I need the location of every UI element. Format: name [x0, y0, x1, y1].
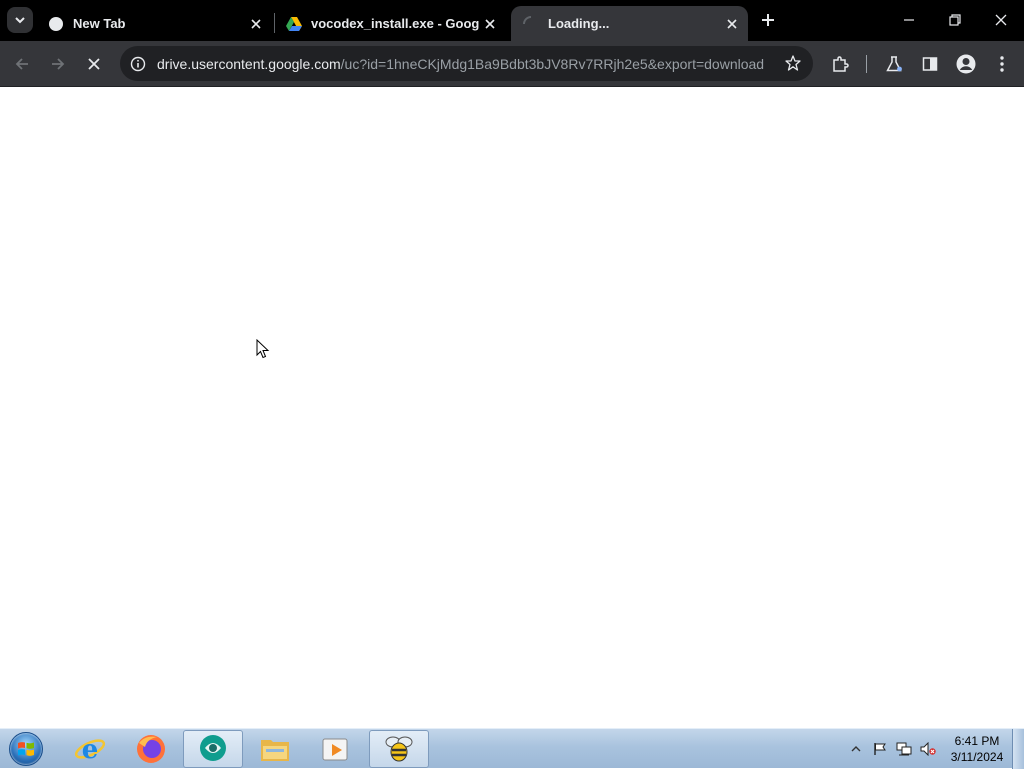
close-icon[interactable] — [722, 14, 742, 34]
arrow-left-icon — [15, 58, 28, 70]
tab-loading[interactable]: Loading... — [511, 6, 748, 41]
extensions-button[interactable] — [826, 50, 854, 78]
url-path: /uc?id=1hneCKjMdg1Ba9Bdbt3bJV8Rv7RRjh2e5… — [340, 55, 765, 72]
url-host: drive.usercontent.google.com — [157, 55, 341, 72]
google-drive-icon — [286, 16, 302, 32]
taskbar-firefox[interactable] — [121, 730, 181, 768]
system-tray: 6:41 PM 3/11/2024 — [844, 729, 1024, 769]
arrow-right-icon — [52, 58, 65, 70]
taskbar-internet-explorer[interactable]: e — [60, 730, 120, 768]
start-button[interactable] — [4, 730, 48, 768]
tab-title: vocodex_install.exe - Google D — [311, 16, 480, 31]
kebab-menu-icon — [1000, 56, 1004, 72]
tab-title: Loading... — [548, 16, 610, 31]
browser-toolbar: drive.usercontent.google.com/uc?id=1hneC… — [0, 41, 1024, 87]
forward-button[interactable] — [44, 50, 72, 78]
clock[interactable]: 6:41 PM 3/11/2024 — [944, 733, 1010, 765]
stop-loading-button[interactable] — [80, 50, 108, 78]
network-icon[interactable] — [896, 741, 912, 757]
toolbar-separator — [866, 55, 867, 73]
minimize-button[interactable] — [886, 0, 932, 40]
page-content — [0, 87, 1024, 728]
file-explorer-icon — [261, 740, 289, 761]
taskbar: e 6:41 PM 3/11/2024 — [0, 728, 1024, 769]
restore-icon — [949, 14, 961, 26]
stop-x-icon — [88, 58, 100, 70]
taskbar-file-explorer[interactable] — [245, 730, 305, 768]
bookmark-star-icon[interactable] — [783, 53, 803, 73]
side-panel-icon — [922, 57, 938, 71]
chevron-down-icon — [15, 17, 25, 24]
svg-text:e: e — [82, 735, 99, 765]
show-desktop-button[interactable] — [1012, 729, 1024, 769]
close-window-button[interactable] — [978, 0, 1024, 40]
tab-strip: New Tab vocodex_install.exe - Google D L… — [0, 0, 1024, 41]
site-info-icon[interactable] — [128, 54, 148, 74]
address-bar[interactable]: drive.usercontent.google.com/uc?id=1hneC… — [120, 46, 813, 81]
loading-spinner-icon — [523, 15, 539, 32]
profile-button[interactable] — [952, 50, 980, 78]
restore-button[interactable] — [932, 0, 978, 40]
minimize-icon — [904, 19, 914, 21]
chrome-remote-icon — [200, 735, 226, 761]
plus-icon — [762, 14, 774, 26]
url-text: drive.usercontent.google.com/uc?id=1hneC… — [157, 56, 767, 72]
internet-explorer-icon: e — [74, 735, 106, 765]
labs-button[interactable] — [880, 50, 908, 78]
puzzle-piece-icon — [833, 56, 849, 72]
close-icon[interactable] — [480, 14, 500, 34]
show-hidden-icons-icon[interactable] — [848, 741, 864, 757]
bee-app-icon — [385, 736, 413, 762]
media-player-icon — [322, 738, 348, 761]
flask-icon — [886, 56, 902, 72]
volume-muted-icon[interactable] — [920, 741, 936, 757]
taskbar-bee-app[interactable] — [369, 730, 429, 768]
taskbar-media-player[interactable] — [306, 730, 366, 768]
windows-logo-icon — [9, 732, 43, 766]
tab-new-tab[interactable]: New Tab — [36, 6, 272, 41]
clock-time: 6:41 PM — [954, 734, 1000, 748]
clock-date: 3/11/2024 — [950, 750, 1004, 764]
tab-title: New Tab — [73, 16, 126, 31]
firefox-icon — [137, 735, 165, 763]
side-panel-button[interactable] — [916, 50, 944, 78]
close-icon — [995, 14, 1007, 26]
menu-button[interactable] — [988, 50, 1016, 78]
mouse-cursor-icon — [256, 339, 270, 359]
close-icon[interactable] — [246, 14, 266, 34]
back-button[interactable] — [8, 50, 36, 78]
tab-google-drive[interactable]: vocodex_install.exe - Google D — [274, 6, 506, 41]
chrome-blank-icon — [48, 16, 64, 32]
taskbar-chrome-remote[interactable] — [183, 730, 243, 768]
action-center-flag-icon[interactable] — [872, 741, 888, 757]
new-tab-button[interactable] — [756, 8, 780, 32]
avatar-icon — [956, 54, 976, 74]
tab-search-button[interactable] — [7, 7, 33, 33]
